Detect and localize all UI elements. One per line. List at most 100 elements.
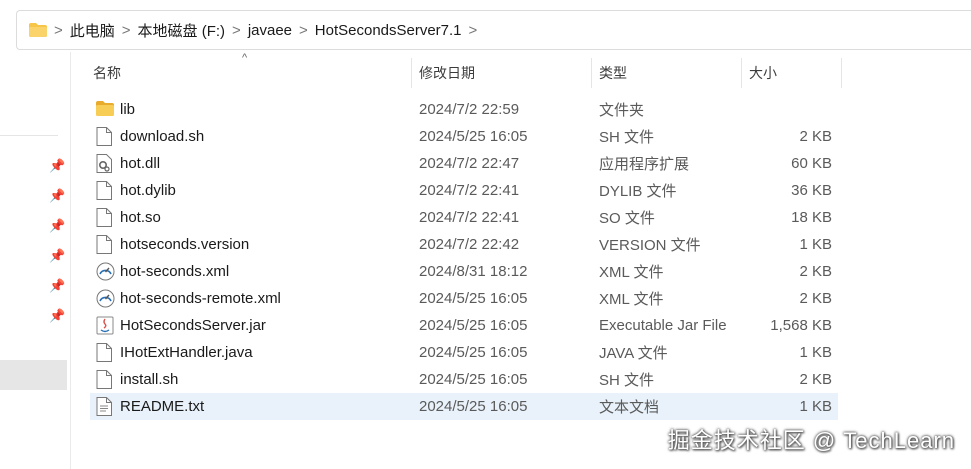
pin-icon[interactable]: 📌 [49,278,65,294]
file-type: 文件夹 [599,102,645,119]
file-date: 2024/5/25 16:05 [419,344,528,361]
breadcrumb-separator: > [54,21,63,39]
breadcrumb-item-current[interactable]: HotSecondsServer7.1 [315,22,462,39]
column-divider[interactable] [591,58,592,88]
column-divider[interactable] [411,58,412,88]
file-type: XML 文件 [599,264,664,281]
file-size: 1 KB [799,236,832,253]
pin-icon[interactable]: 📌 [49,158,65,174]
file-date: 2024/5/25 16:05 [419,317,528,334]
file-size: 1 KB [799,344,832,361]
file-size: 2 KB [799,128,832,145]
file-name: hot.dll [120,155,161,172]
column-header: ^ 名称 修改日期 类型 大小 [75,52,845,89]
file-name: hot-seconds.xml [120,263,230,280]
file-date: 2024/8/31 18:12 [419,263,528,280]
file-type: SH 文件 [599,372,655,389]
column-divider[interactable] [741,58,742,88]
file-size: 2 KB [799,290,832,307]
file-size: 1,568 KB [770,317,832,334]
file-type: SO 文件 [599,210,655,227]
xml-icon [96,262,115,281]
jar-icon [96,316,114,335]
file-icon [96,181,114,200]
file-type: SH 文件 [599,129,655,146]
file-row[interactable]: HotSecondsServer.jar 2024/5/25 16:05 Execu… [90,312,838,339]
file-name: install.sh [120,371,179,388]
file-date: 2024/5/25 16:05 [419,398,528,415]
file-name: README.txt [120,398,205,415]
breadcrumb-item-drive[interactable]: 本地磁盘 (F:) [138,20,226,41]
file-size: 18 KB [791,209,832,226]
file-icon [96,235,114,254]
file-date: 2024/7/2 22:42 [419,236,520,253]
file-type: JAVA 文件 [599,345,668,362]
file-type: VERSION 文件 [599,237,701,254]
breadcrumb-separator: > [468,21,478,39]
column-type[interactable]: 类型 [599,56,627,89]
address-bar[interactable]: > 此电脑 > 本地磁盘 (F:) > javaee > HotSecondsS… [16,10,971,50]
file-icon [96,127,114,146]
file-row[interactable]: hot-seconds-remote.xml 2024/5/25 16:05 XML… [90,285,838,312]
breadcrumb-item-this-pc[interactable]: 此电脑 [70,20,115,41]
file-row[interactable]: hot.dylib 2024/7/2 22:41 DYLIB 文件 36 KB [90,177,838,204]
file-size: 2 KB [799,263,832,280]
breadcrumb-separator: > [121,21,131,39]
file-icon [96,370,114,389]
breadcrumb-separator: > [232,21,241,39]
file-date: 2024/5/25 16:05 [419,290,528,307]
column-divider[interactable] [841,58,842,88]
breadcrumb-separator: > [299,21,308,39]
file-row[interactable]: hot.so 2024/7/2 22:41 SO 文件 18 KB [90,204,838,231]
nav-divider [0,135,58,136]
file-name: hot.so [120,209,161,226]
sort-ascending-icon: ^ [242,52,248,64]
file-type: 文本文档 [599,399,660,416]
file-type: Executable Jar File [599,317,727,334]
column-name[interactable]: 名称 [93,56,121,89]
pin-icon[interactable]: 📌 [49,188,65,204]
file-name: lib [120,101,136,118]
file-row[interactable]: hot-seconds.xml 2024/8/31 18:12 XML 文件 2 KB [90,258,838,285]
file-row[interactable]: IHotExtHandler.java 2024/5/25 16:05 JAVA 文… [90,339,838,366]
file-icon [96,208,114,227]
file-row[interactable]: lib 2024/7/2 22:59 文件夹 [90,96,838,123]
pin-icon[interactable]: 📌 [49,218,65,234]
file-row[interactable]: install.sh 2024/5/25 16:05 SH 文件 2 KB [90,366,838,393]
file-row[interactable]: download.sh 2024/5/25 16:05 SH 文件 2 KB [90,123,838,150]
file-row[interactable]: hotseconds.version 2024/7/2 22:42 VERSION … [90,231,838,258]
pin-icon[interactable]: 📌 [49,248,65,264]
watermark: 掘金技术社区 @ TechLearn [667,428,955,453]
file-type: 应用程序扩展 [599,156,690,173]
file-name: hot.dylib [120,182,176,199]
file-name: download.sh [120,128,205,145]
file-icon [96,343,114,362]
file-row[interactable]: README.txt 2024/5/25 16:05 文本文档 1 KB [90,393,838,420]
file-name: IHotExtHandler.java [120,344,253,361]
nav-item-selected[interactable] [0,360,67,390]
file-size: 1 KB [799,398,832,415]
column-size[interactable]: 大小 [749,56,777,89]
text-file-icon [96,397,114,416]
file-list: lib 2024/7/2 22:59 文件夹 download.sh 2024/5/25… [90,96,838,420]
file-date: 2024/7/2 22:41 [419,182,520,199]
file-date: 2024/5/25 16:05 [419,128,528,145]
file-size: 60 KB [791,155,832,172]
breadcrumb-item-javaee[interactable]: javaee [248,22,292,39]
navigation-pane: 📌 📌 📌 📌 📌 📌 [0,52,71,469]
file-type: XML 文件 [599,291,664,308]
file-size: 2 KB [799,371,832,388]
xml-icon [96,289,115,308]
dll-icon [96,154,114,173]
file-row[interactable]: hot.dll 2024/7/2 22:47 应用程序扩展 60 KB [90,150,838,177]
file-size: 36 KB [791,182,832,199]
folder-icon [96,100,114,119]
file-date: 2024/7/2 22:59 [419,101,520,118]
column-date[interactable]: 修改日期 [419,56,475,89]
pin-icon[interactable]: 📌 [49,308,65,324]
file-date: 2024/7/2 22:47 [419,155,520,172]
file-name: HotSecondsServer.jar [120,317,266,334]
file-type: DYLIB 文件 [599,183,677,200]
file-date: 2024/7/2 22:41 [419,209,520,226]
folder-icon [29,23,47,37]
